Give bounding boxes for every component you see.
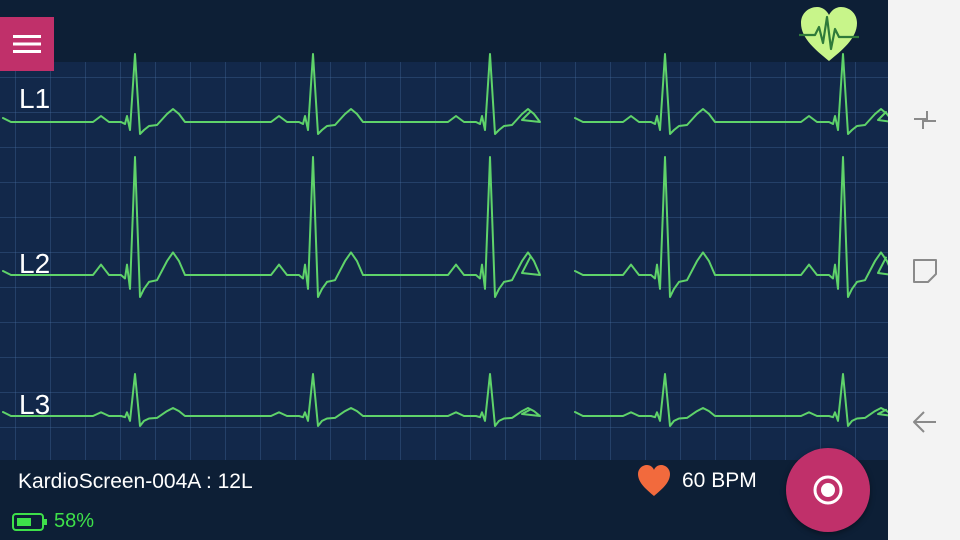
ecg-traces <box>2 53 888 427</box>
device-name: KardioScreen-004A : 12L <box>18 470 253 493</box>
heart-rate-value: 60 BPM <box>682 469 757 492</box>
lead-label-l3: L3 <box>19 389 51 420</box>
hamburger-menu-icon <box>13 35 41 53</box>
ecg-trace-l3-segment-1 <box>2 373 541 427</box>
heart-icon <box>638 465 670 496</box>
ecg-monitor-app: L1 L2 L3 KardioScreen-004A : 12L 58% 60 … <box>0 0 888 540</box>
ecg-trace-l1-segment-2 <box>574 53 888 135</box>
record-button[interactable] <box>786 448 870 532</box>
system-nav-bar <box>888 0 960 540</box>
home-icon <box>913 259 937 283</box>
home-button[interactable] <box>910 256 940 286</box>
battery-status: 58% <box>12 510 94 533</box>
heart-pulse-icon <box>799 7 859 61</box>
ecg-trace-l3-segment-2 <box>574 373 888 427</box>
recent-apps-button[interactable] <box>910 105 940 135</box>
ecg-trace-l2-segment-1 <box>2 156 541 298</box>
heart-rate-readout: 60 BPM <box>636 464 757 498</box>
lead-label-l1: L1 <box>19 83 51 114</box>
battery-icon <box>12 512 47 531</box>
record-icon <box>813 475 843 505</box>
back-icon <box>913 411 936 433</box>
battery-percent: 58% <box>54 510 95 532</box>
lead-label-l2: L2 <box>19 248 51 279</box>
recent-apps-icon <box>914 111 936 129</box>
back-button[interactable] <box>910 407 940 437</box>
ecg-trace-l1-segment-1 <box>2 53 541 135</box>
ecg-trace-l2-segment-2 <box>574 156 888 298</box>
menu-button[interactable] <box>0 17 54 71</box>
